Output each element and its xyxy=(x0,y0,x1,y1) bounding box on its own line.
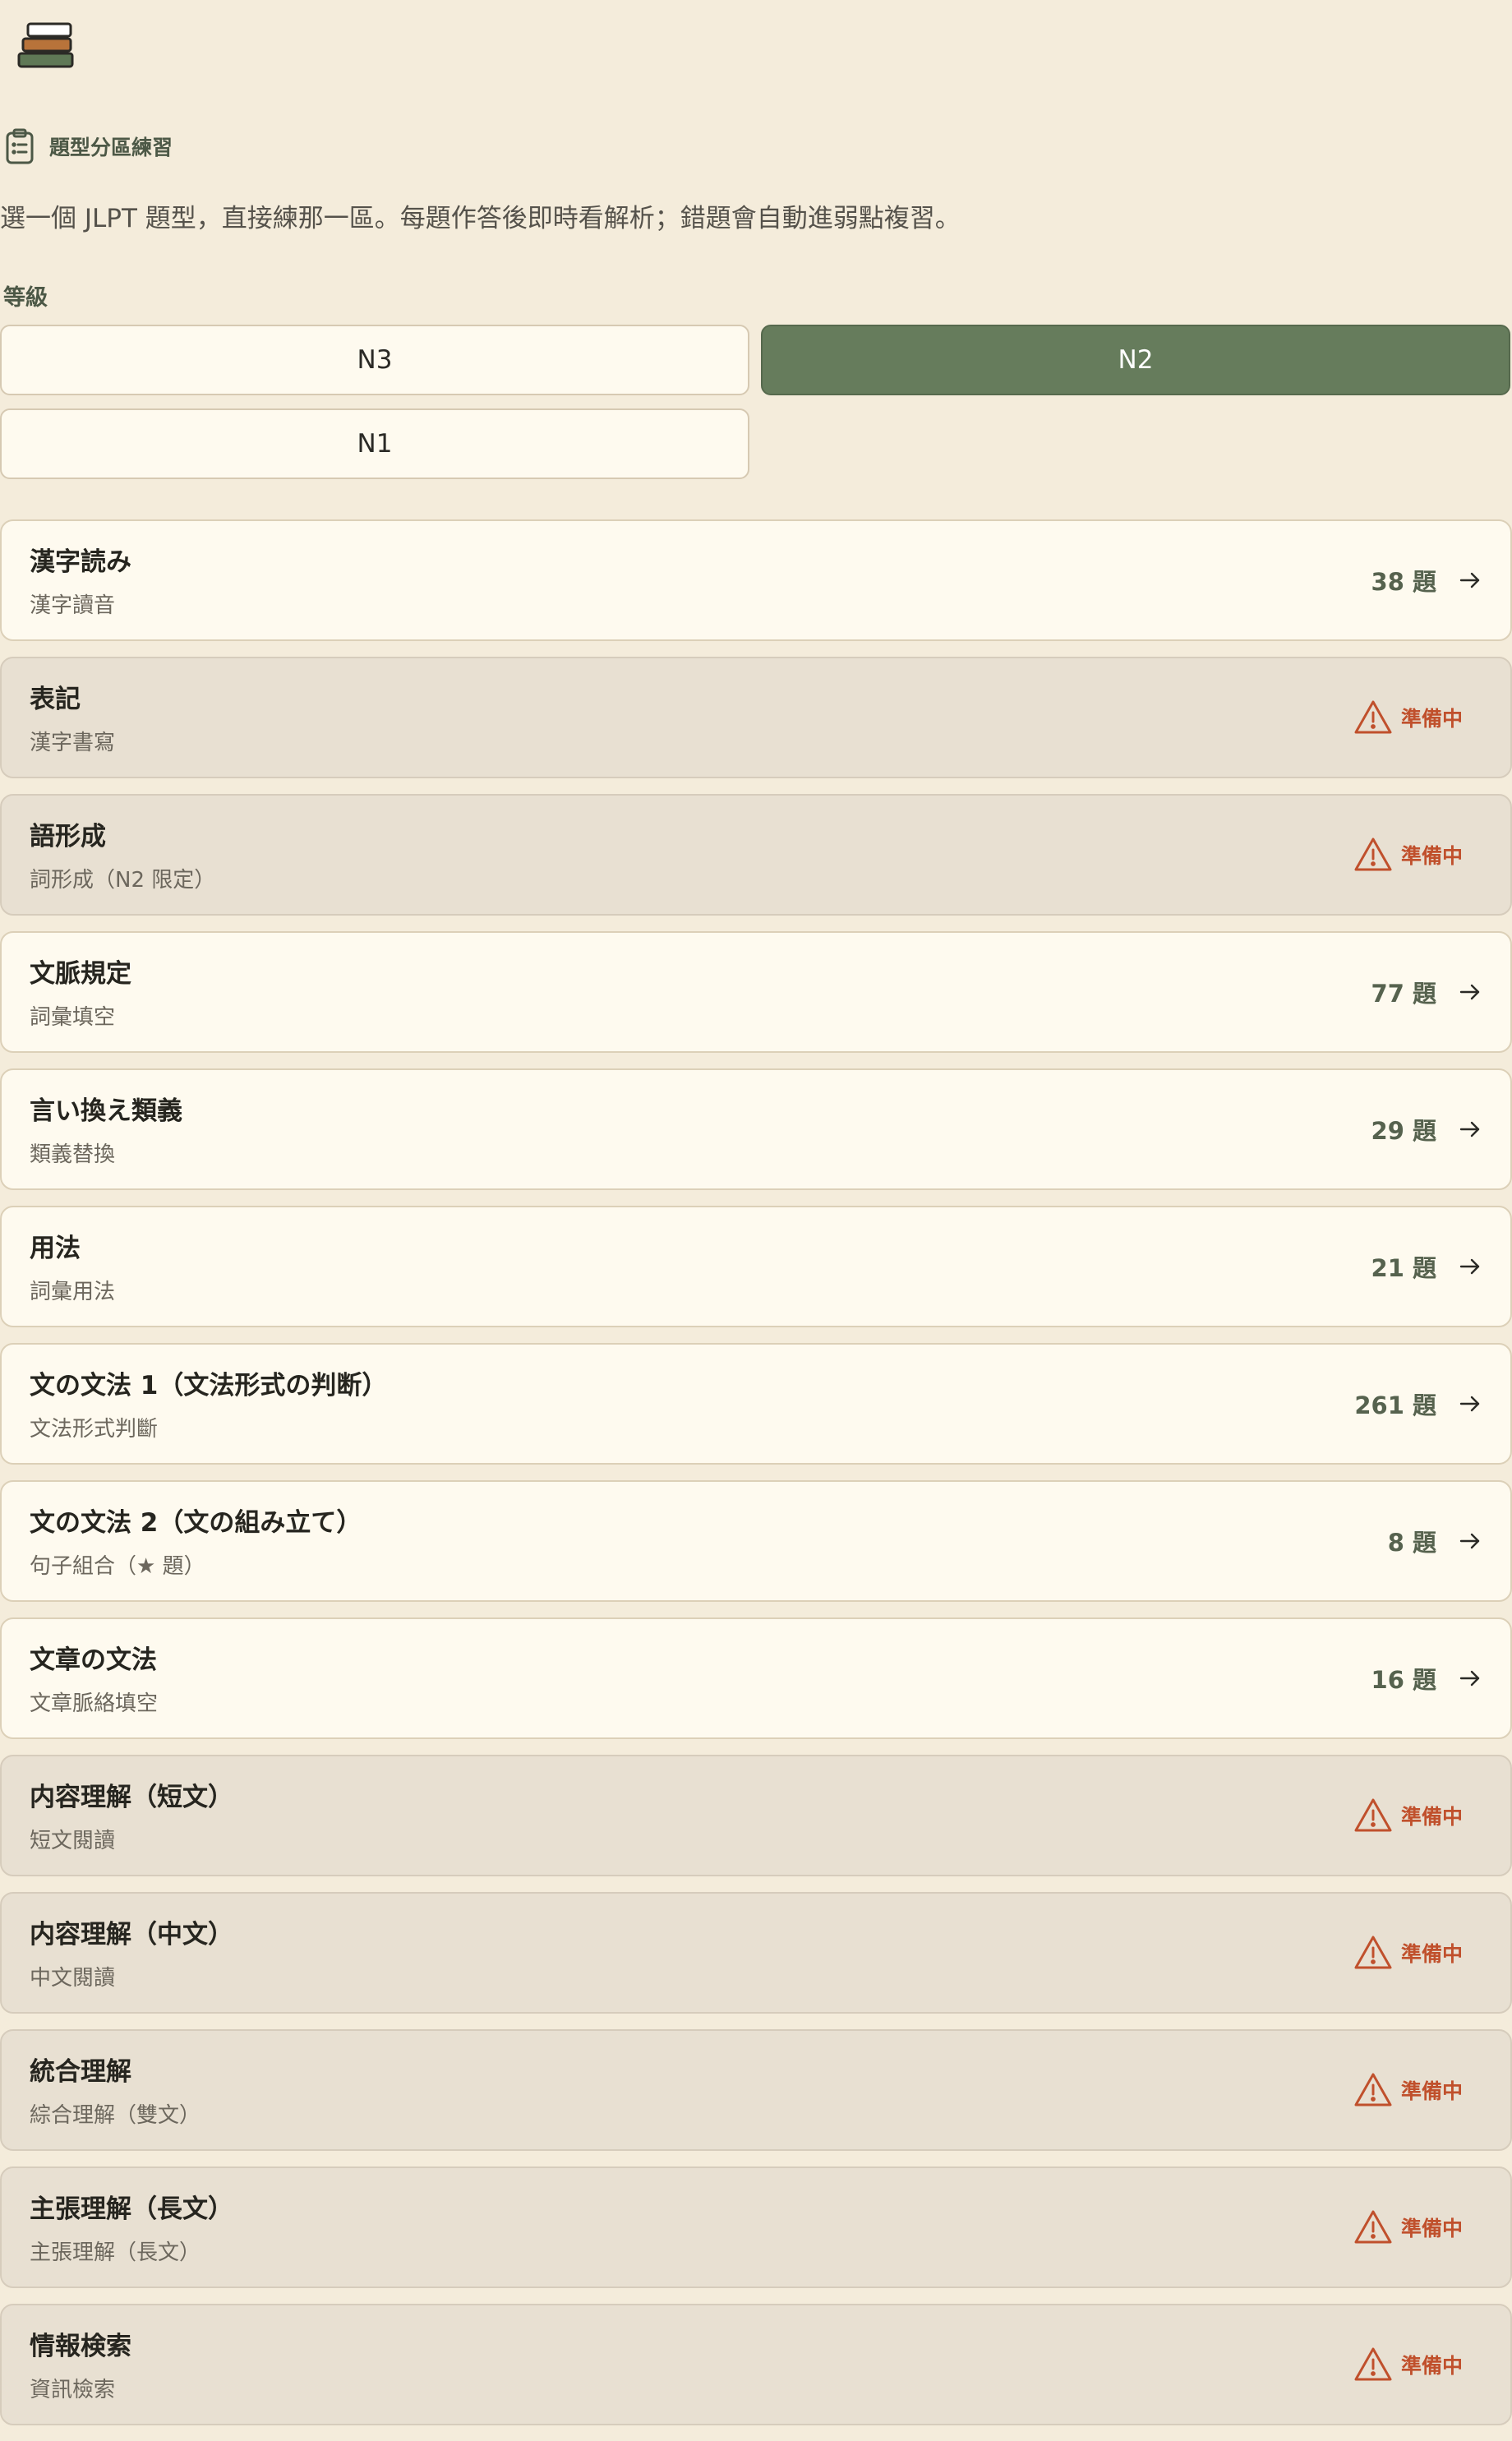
category-card[interactable]: 用法 詞彙用法 21 題 xyxy=(0,1206,1512,1327)
category-subtitle: 文法形式判斷 xyxy=(30,1417,159,1442)
category-subtitle: 短文閱讀 xyxy=(30,1829,116,1853)
arrow-right-icon xyxy=(1458,1529,1482,1553)
question-count: 261 題 xyxy=(1354,1391,1436,1419)
level-button-n1[interactable]: N1 xyxy=(0,408,749,479)
question-count: 16 題 xyxy=(1371,1666,1436,1694)
level-button-label: N2 xyxy=(1118,345,1154,375)
category-action: 29 題 xyxy=(1371,1070,1482,1188)
arrow-right-icon xyxy=(1458,568,1482,593)
arrow-right-icon xyxy=(1458,1666,1482,1691)
category-title: 文の文法 1（文法形式の判断） xyxy=(30,1371,388,1400)
category-card: 表記 漢字書寫 準備中 xyxy=(0,657,1512,778)
category-action: 21 題 xyxy=(1371,1207,1482,1326)
category-subtitle: 句子組合（★ 題） xyxy=(30,1554,205,1579)
stacked-books-icon[interactable] xyxy=(16,21,76,71)
category-card[interactable]: 漢字読み 漢字讀音 38 題 xyxy=(0,519,1512,641)
status-label: 準備中 xyxy=(1400,1805,1463,1829)
status-label: 準備中 xyxy=(1400,2217,1463,2240)
level-button-n3[interactable]: N3 xyxy=(0,325,749,395)
category-action: 77 題 xyxy=(1371,933,1482,1051)
category-title: 文の文法 2（文の組み立て） xyxy=(30,1508,362,1538)
category-card: 主張理解（長文） 主張理解（長文） 準備中 xyxy=(0,2166,1512,2288)
section-title: 題型分區練習 xyxy=(49,136,173,159)
status-label: 準備中 xyxy=(1400,707,1463,731)
category-card[interactable]: 文章の文法 文章脈絡填空 16 題 xyxy=(0,1617,1512,1739)
arrow-right-icon xyxy=(1458,980,1482,1004)
category-subtitle: 詞彙填空 xyxy=(30,1005,116,1030)
warning-icon xyxy=(1353,2071,1393,2109)
level-label: 等級 xyxy=(3,285,48,311)
category-list: 漢字読み 漢字讀音 38 題 表記 漢字書寫 準備中 語形成 詞形成（N2 限定… xyxy=(0,519,1512,2441)
category-card[interactable]: 文の文法 2（文の組み立て） 句子組合（★ 題） 8 題 xyxy=(0,1480,1512,1602)
category-subtitle: 漢字書寫 xyxy=(30,731,116,755)
section-header: 題型分區練習 xyxy=(3,128,173,164)
level-button-label: N1 xyxy=(357,429,393,459)
question-count: 29 題 xyxy=(1371,1117,1436,1145)
category-title: 内容理解（短文） xyxy=(30,1783,233,1812)
category-subtitle: 詞形成（N2 限定） xyxy=(30,868,216,893)
category-subtitle: 主張理解（長文） xyxy=(30,2240,201,2265)
arrow-right-icon xyxy=(1458,1117,1482,1142)
category-title: 語形成 xyxy=(30,822,106,851)
category-subtitle: 綜合理解（雙文） xyxy=(30,2103,201,2128)
question-count: 38 題 xyxy=(1371,568,1436,596)
category-subtitle: 類義替換 xyxy=(30,1142,116,1167)
status-label: 準備中 xyxy=(1400,2079,1463,2103)
arrow-right-icon xyxy=(1458,1391,1482,1416)
status-label: 準備中 xyxy=(1400,1942,1463,1966)
warning-icon xyxy=(1353,699,1393,736)
warning-icon xyxy=(1353,2346,1393,2383)
category-status: 準備中 xyxy=(1353,2305,1482,2424)
category-title: 漢字読み xyxy=(30,547,131,577)
warning-icon xyxy=(1353,836,1393,874)
category-card: 内容理解（中文） 中文閱讀 準備中 xyxy=(0,1892,1512,2014)
category-subtitle: 文章脈絡填空 xyxy=(30,1691,159,1716)
category-action: 261 題 xyxy=(1354,1345,1482,1463)
category-title: 言い換え類義 xyxy=(30,1096,182,1126)
category-title: 主張理解（長文） xyxy=(30,2194,233,2224)
warning-icon xyxy=(1353,2208,1393,2246)
category-title: 文脈規定 xyxy=(30,959,131,989)
warning-icon xyxy=(1353,1934,1393,1972)
category-status: 準備中 xyxy=(1353,1894,1482,2012)
arrow-right-icon xyxy=(1458,1254,1482,1279)
category-card: 内容理解（短文） 短文閱讀 準備中 xyxy=(0,1755,1512,1876)
category-card: 統合理解 綜合理解（雙文） 準備中 xyxy=(0,2029,1512,2151)
category-action: 8 題 xyxy=(1388,1482,1482,1600)
level-button-n2[interactable]: N2 xyxy=(761,325,1510,395)
level-button-label: N3 xyxy=(357,345,393,375)
category-subtitle: 詞彙用法 xyxy=(30,1280,116,1304)
status-label: 準備中 xyxy=(1400,2354,1463,2378)
category-status: 準備中 xyxy=(1353,1756,1482,1875)
category-action: 16 題 xyxy=(1371,1619,1482,1737)
category-card: 情報検索 資訊檢索 準備中 xyxy=(0,2304,1512,2425)
category-title: 用法 xyxy=(30,1234,81,1263)
question-count: 8 題 xyxy=(1387,1529,1436,1557)
category-status: 準備中 xyxy=(1353,2168,1482,2286)
category-title: 表記 xyxy=(30,685,81,714)
section-description: 選一個 JLPT 題型，直接練那一區。每題作答後即時看解析；錯題會自動進弱點複習… xyxy=(0,204,961,233)
category-title: 内容理解（中文） xyxy=(30,1920,233,1950)
category-action: 38 題 xyxy=(1371,521,1482,639)
category-subtitle: 資訊檢索 xyxy=(30,2378,116,2402)
category-title: 文章の文法 xyxy=(30,1645,157,1675)
category-status: 準備中 xyxy=(1353,2031,1482,2149)
category-subtitle: 漢字讀音 xyxy=(30,593,116,618)
question-count: 77 題 xyxy=(1371,980,1436,1008)
category-title: 情報検索 xyxy=(30,2332,131,2361)
warning-icon xyxy=(1353,1797,1393,1834)
category-status: 準備中 xyxy=(1353,658,1482,777)
category-card[interactable]: 文脈規定 詞彙填空 77 題 xyxy=(0,931,1512,1053)
status-label: 準備中 xyxy=(1400,844,1463,868)
question-count: 21 題 xyxy=(1371,1254,1436,1282)
category-status: 準備中 xyxy=(1353,796,1482,914)
category-card[interactable]: 言い換え類義 類義替換 29 題 xyxy=(0,1068,1512,1190)
category-card: 語形成 詞形成（N2 限定） 準備中 xyxy=(0,794,1512,916)
category-title: 統合理解 xyxy=(30,2057,131,2087)
category-subtitle: 中文閱讀 xyxy=(30,1966,116,1991)
category-card[interactable]: 文の文法 1（文法形式の判断） 文法形式判斷 261 題 xyxy=(0,1343,1512,1465)
clipboard-list-icon xyxy=(3,128,36,164)
